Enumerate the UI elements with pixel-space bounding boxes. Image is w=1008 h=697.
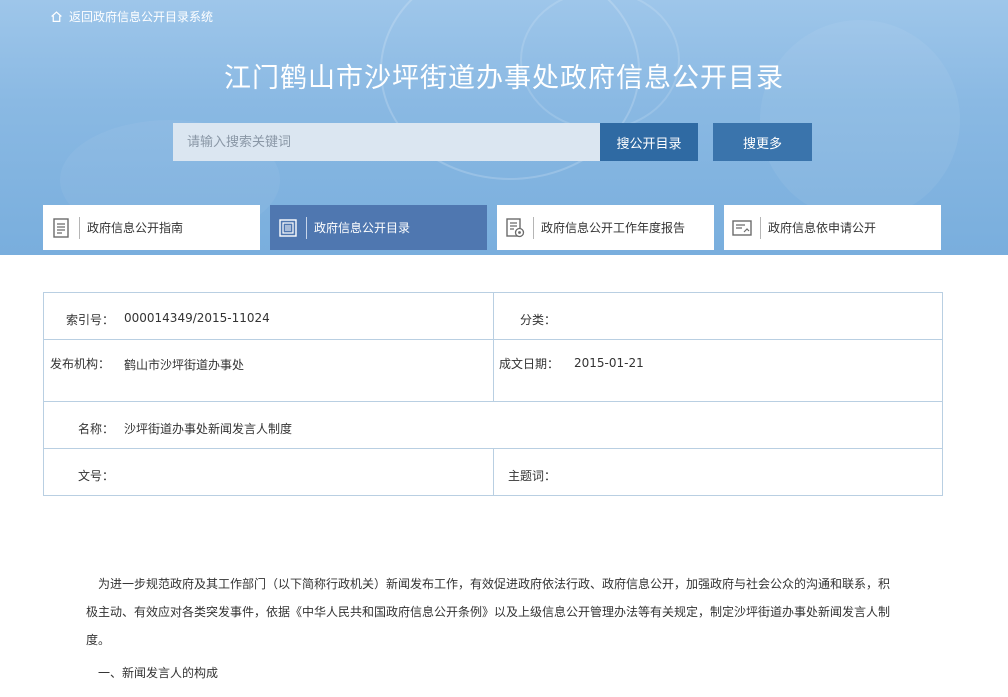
table-cell: 文号：	[43, 448, 494, 496]
table-cell: 成文日期： 2015-01-21	[493, 339, 943, 402]
publisher-value: 鹤山市沙坪街道办事处	[124, 358, 245, 372]
tab-separator	[760, 216, 761, 239]
report-icon	[497, 205, 533, 250]
tab-annual-report[interactable]: 政府信息公开工作年度报告	[497, 205, 714, 250]
tab-application-disclosure[interactable]: 政府信息依申请公开	[724, 205, 941, 250]
tab-disclosure-catalog[interactable]: 政府信息公开目录	[270, 205, 487, 250]
table-cell: 分类：	[493, 292, 943, 340]
table-cell: 主题词：	[493, 448, 943, 496]
table-cell: 名称： 沙坪街道办事处新闻发言人制度	[43, 401, 943, 449]
name-value: 沙坪街道办事处新闻发言人制度	[124, 422, 293, 436]
tab-label: 政府信息依申请公开	[768, 221, 877, 235]
tab-label: 政府信息公开工作年度报告	[541, 221, 686, 235]
tab-separator	[79, 216, 80, 239]
section-heading: 一、新闻发言人的构成	[98, 666, 219, 680]
catalog-icon	[270, 205, 306, 250]
table-cell: 发布机构： 鹤山市沙坪街道办事处	[43, 339, 494, 402]
header-banner: 返回政府信息公开目录系统 江门鹤山市沙坪街道办事处政府信息公开目录 搜公开目录 …	[0, 0, 1008, 255]
back-link-label: 返回政府信息公开目录系统	[69, 9, 214, 24]
index-label: 索引号：	[65, 313, 114, 327]
search-input[interactable]	[173, 123, 600, 161]
home-icon	[51, 10, 62, 22]
docno-label: 文号：	[77, 469, 114, 483]
banner-decoration	[760, 20, 960, 220]
publisher-label: 发布机构：	[49, 357, 110, 371]
page-title: 江门鹤山市沙坪街道办事处政府信息公开目录	[224, 63, 784, 94]
article-paragraph: 为进一步规范政府及其工作部门（以下简称行政机关）新闻发布工作，有效促进政府依法行…	[86, 577, 891, 647]
table-row: 索引号： 000014349/2015-11024 分类：	[43, 292, 943, 340]
tab-label: 政府信息公开目录	[314, 221, 411, 235]
table-row: 名称： 沙坪街道办事处新闻发言人制度	[43, 401, 943, 449]
application-icon	[724, 205, 760, 250]
article-body: 为进一步规范政府及其工作部门（以下简称行政机关）新闻发布工作，有效促进政府依法行…	[86, 570, 896, 687]
date-label: 成文日期：	[498, 357, 559, 371]
search-catalog-button[interactable]: 搜公开目录	[600, 123, 698, 161]
tab-separator	[306, 216, 307, 239]
index-value: 000014349/2015-11024	[124, 311, 270, 325]
table-row: 文号： 主题词：	[43, 448, 943, 496]
back-to-catalog-link[interactable]: 返回政府信息公开目录系统	[50, 7, 213, 25]
document-info-table: 索引号： 000014349/2015-11024 分类： 发布机构： 鹤山市沙…	[43, 292, 943, 496]
keyword-label: 主题词：	[507, 469, 556, 483]
name-label: 名称：	[77, 422, 114, 436]
keyword-value	[556, 467, 566, 484]
tab-separator	[533, 216, 534, 239]
category-label: 分类：	[519, 313, 556, 327]
table-cell: 索引号： 000014349/2015-11024	[43, 292, 494, 340]
search-more-button[interactable]: 搜更多	[713, 123, 812, 161]
docno-value	[114, 467, 124, 484]
document-list-icon	[43, 205, 79, 250]
table-row: 发布机构： 鹤山市沙坪街道办事处 成文日期： 2015-01-21	[43, 339, 943, 402]
date-value: 2015-01-21	[574, 356, 644, 370]
tab-disclosure-guide[interactable]: 政府信息公开指南	[43, 205, 260, 250]
category-value	[556, 311, 566, 328]
tab-label: 政府信息公开指南	[87, 221, 184, 235]
